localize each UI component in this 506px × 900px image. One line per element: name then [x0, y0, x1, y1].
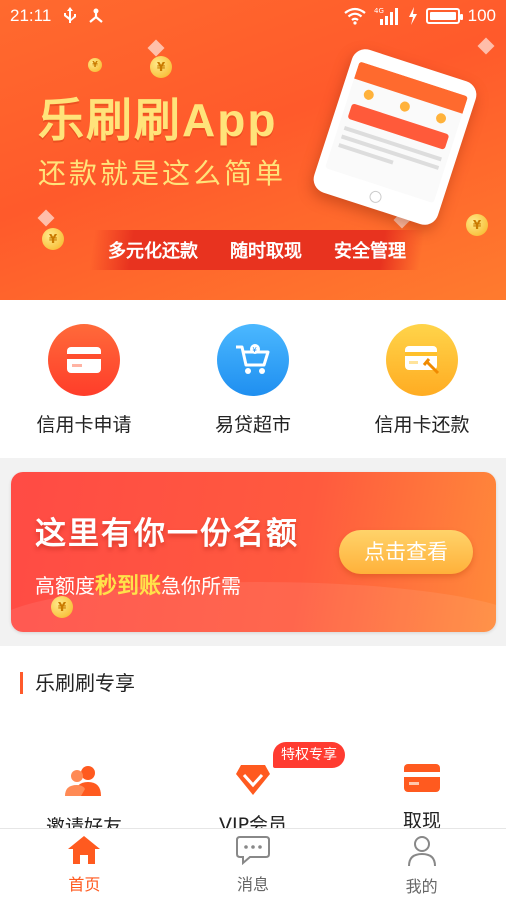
usb-icon [64, 7, 77, 23]
quick-entries: 信用卡申请 ¥ 易贷超市 信用卡还款 [0, 300, 506, 458]
quick-entry-card-repay[interactable]: 信用卡还款 [352, 324, 492, 437]
promo-banner[interactable]: 这里有你一份名额 高额度秒到账急你所需 ¥ 点击查看 [11, 472, 496, 632]
battery-level: 100 [467, 6, 496, 25]
share-icon [89, 8, 103, 23]
banner-title: 乐刷刷App [38, 94, 278, 146]
nav-home[interactable]: 首页 [0, 829, 169, 900]
banner-feature: 多元化还款 [108, 241, 198, 262]
home-icon [68, 836, 101, 864]
nav-label: 我的 [405, 877, 438, 896]
banner-feature: 随时取现 [230, 241, 302, 262]
coin-icon: ¥ [150, 56, 172, 78]
decor-sparkle [37, 209, 55, 227]
nav-label: 首页 [68, 875, 101, 894]
diamond-icon [236, 765, 270, 795]
coin-icon: ¥ [51, 596, 73, 618]
exclusive-item-label: VIP会员 [218, 814, 288, 828]
nav-label: 消息 [237, 875, 270, 894]
profile-icon [407, 836, 436, 867]
credit-card-icon [48, 324, 120, 396]
signal-label: 4G [374, 7, 384, 15]
top-banner[interactable]: 21:11 4G 100 ¥ ¥ ¥ ¥ 乐刷刷App 还款就是这么简单 多元化… [0, 0, 506, 300]
nav-profile[interactable]: 我的 [337, 829, 506, 900]
exclusive-item-vip[interactable]: VIP会员 [193, 764, 313, 828]
exclusive-section: 乐刷刷专享 特权专享 邀请好友 VIP会员 取现 [0, 646, 506, 828]
svg-text:¥: ¥ [252, 346, 257, 354]
decor-sparkle [477, 37, 495, 55]
battery-icon [425, 8, 463, 24]
coin-icon: ¥ [42, 228, 64, 250]
status-time: 21:11 [10, 6, 52, 25]
card-repay-icon [386, 324, 458, 396]
decor-sparkle [147, 39, 165, 57]
nav-messages[interactable]: 消息 [169, 829, 338, 900]
users-icon [65, 766, 101, 796]
promo-view-button[interactable]: 点击查看 [339, 530, 473, 574]
exclusive-item-label: 取现 [402, 810, 441, 828]
wifi-icon [343, 7, 366, 25]
quick-entry-label: 信用卡申请 [36, 414, 132, 436]
promo-title: 这里有你一份名额 [35, 516, 299, 552]
shopping-cart-icon: ¥ [217, 324, 289, 396]
status-bar: 21:11 4G 100 [0, 0, 506, 32]
card-icon [404, 764, 440, 792]
quick-entry-label: 信用卡还款 [374, 414, 470, 436]
exclusive-item-withdraw[interactable]: 取现 [362, 764, 482, 828]
banner-feature: 安全管理 [334, 241, 406, 262]
coin-icon: ¥ [88, 58, 102, 72]
exclusive-item-label: 邀请好友 [45, 816, 122, 828]
promo-highlight: 秒到账 [95, 574, 162, 599]
banner-subtitle: 还款就是这么简单 [38, 157, 287, 190]
coin-icon: ¥ [466, 214, 488, 236]
exclusive-item-invite[interactable]: 邀请好友 [24, 764, 144, 828]
quick-entry-loan-market[interactable]: ¥ 易贷超市 [183, 324, 323, 437]
section-title: 乐刷刷专享 [20, 672, 135, 694]
phone-illustration [310, 45, 480, 229]
quick-entry-credit-card-apply[interactable]: 信用卡申请 [14, 324, 154, 437]
quick-entry-label: 易贷超市 [214, 414, 291, 436]
charging-icon [408, 7, 417, 25]
bottom-nav: 首页 消息 我的 [0, 828, 506, 900]
promo-subtitle: 高额度秒到账急你所需 [35, 574, 242, 599]
message-icon [236, 836, 270, 866]
banner-feature-strip: 多元化还款 随时取现 安全管理 [89, 230, 425, 270]
signal-icon: 4G [374, 7, 398, 25]
